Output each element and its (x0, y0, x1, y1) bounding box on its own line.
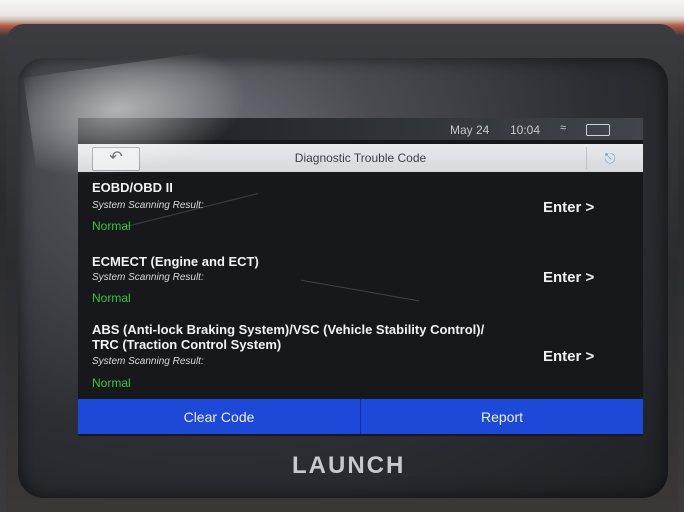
brand-logo: LAUNCH (292, 452, 406, 479)
status-bar: May 24 10:04 ≈ (78, 118, 643, 140)
device-screen: May 24 10:04 ≈ ↶ Diagnostic Trouble Code… (78, 118, 643, 436)
result-item-status: Normal (92, 376, 131, 390)
bottom-action-bar: Clear Code Report (78, 399, 643, 434)
enter-button[interactable]: Enter > (543, 348, 594, 365)
status-time: 10:04 (510, 123, 541, 137)
result-item-name: ECMECT (Engine and ECT) (92, 254, 259, 269)
scan-results-list: EOBD/OBD II System Scanning Result: Norm… (78, 174, 643, 400)
page-title: Diagnostic Trouble Code (294, 151, 427, 165)
report-button[interactable]: Report (360, 399, 643, 434)
enter-button[interactable]: Enter > (543, 269, 594, 286)
result-item-ecmect[interactable]: ECMECT (Engine and ECT) System Scanning … (78, 248, 643, 312)
exit-door-icon: ⎋ (604, 150, 616, 166)
wifi-icon: ≈ (560, 122, 567, 134)
clear-code-button[interactable]: Clear Code (78, 399, 360, 434)
enter-button[interactable]: Enter > (543, 199, 594, 216)
result-item-status: Normal (92, 291, 131, 305)
battery-icon (586, 124, 610, 136)
result-item-name: EOBD/OBD II (92, 180, 173, 195)
result-item-name-line2: TRC (Traction Control System) (92, 337, 282, 352)
result-item-name: ABS (Anti-lock Braking System)/VSC (Vehi… (92, 322, 485, 337)
result-item-eobd[interactable]: EOBD/OBD II System Scanning Result: Norm… (78, 174, 643, 238)
title-bar: ↶ Diagnostic Trouble Code ⎋ (78, 144, 643, 172)
result-item-subtitle: System Scanning Result: (92, 356, 204, 367)
result-item-abs[interactable]: ABS (Anti-lock Braking System)/VSC (Vehi… (78, 320, 643, 400)
status-date: May 24 (450, 123, 490, 137)
result-item-subtitle: System Scanning Result: (92, 200, 204, 211)
result-item-subtitle: System Scanning Result: (92, 272, 204, 283)
exit-button[interactable]: ⎋ (586, 147, 633, 169)
